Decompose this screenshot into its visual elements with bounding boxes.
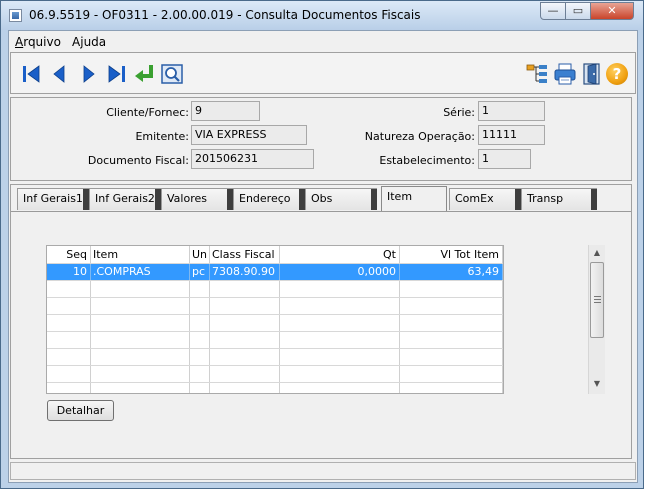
tab-obs[interactable]: Obs <box>305 188 377 210</box>
cell-class-fiscal: 7308.90.90 <box>210 264 280 280</box>
thumb-grip <box>594 299 601 300</box>
previous-record-icon[interactable] <box>47 61 73 87</box>
table-row-empty[interactable] <box>47 382 503 394</box>
col-header-un[interactable]: Un <box>190 246 210 263</box>
field-natureza-operacao[interactable]: 11111 <box>478 125 545 145</box>
toolbar: ? <box>10 52 636 94</box>
col-header-vl-tot-item[interactable]: Vl Tot Item <box>400 246 503 263</box>
field-documento-fiscal[interactable]: 201506231 <box>191 149 314 169</box>
col-header-item[interactable]: Item <box>91 246 190 263</box>
detalhar-button[interactable]: Detalhar <box>47 400 114 421</box>
col-header-class-fiscal[interactable]: Class Fiscal <box>210 246 280 263</box>
items-grid[interactable]: Seq Item Un Class Fiscal Qt Vl Tot Item … <box>46 245 504 394</box>
next-record-icon[interactable] <box>75 61 101 87</box>
scroll-thumb[interactable] <box>590 262 604 338</box>
search-zoom-icon[interactable] <box>159 61 185 87</box>
help-icon[interactable]: ? <box>606 63 628 85</box>
thumb-grip <box>594 302 601 303</box>
tab-panel: Inf Gerais1 Inf Gerais2 Valores Endereço… <box>10 184 632 459</box>
field-cliente-fornec[interactable]: 9 <box>191 101 260 121</box>
label-cliente-fornec: Cliente/Fornec: <box>106 106 189 119</box>
return-icon[interactable] <box>131 61 157 87</box>
cell-item: .COMPRAS <box>91 264 190 280</box>
col-header-qt[interactable]: Qt <box>280 246 400 263</box>
first-record-icon[interactable] <box>19 61 45 87</box>
tab-endereco[interactable]: Endereço <box>233 188 305 210</box>
table-row-empty[interactable] <box>47 365 503 382</box>
menu-arquivo-accel: A <box>15 35 24 49</box>
header-form: Cliente/Fornec: 9 Emitente: VIA EXPRESS … <box>10 97 632 181</box>
menu-arquivo[interactable]: Arquivo <box>15 35 61 49</box>
cell-seq: 10 <box>47 264 91 280</box>
print-icon[interactable] <box>552 61 578 87</box>
tab-valores[interactable]: Valores <box>161 188 233 210</box>
label-natureza-operacao: Natureza Operação: <box>364 130 475 143</box>
label-serie: Série: <box>443 106 475 119</box>
cell-vl-tot-item: 63,49 <box>400 264 503 280</box>
tab-divider <box>11 211 631 212</box>
status-bar <box>10 462 636 480</box>
minimize-button[interactable]: — <box>540 2 566 20</box>
tab-comex[interactable]: ComEx <box>449 188 521 210</box>
exit-door-icon[interactable] <box>579 61 605 87</box>
field-emitente[interactable]: VIA EXPRESS <box>191 125 307 145</box>
menu-ajuda-pre: A <box>72 35 81 49</box>
menu-ajuda-rest: uda <box>83 35 107 49</box>
tree-structure-icon[interactable] <box>524 61 550 87</box>
maximize-button[interactable]: ▭ <box>565 2 591 20</box>
tab-transp[interactable]: Transp <box>521 188 597 210</box>
title-bar: 06.9.5519 - OF0311 - 2.00.00.019 - Consu… <box>1 1 643 30</box>
tab-inf-gerais2[interactable]: Inf Gerais2 <box>89 188 161 210</box>
menu-bar: Arquivo Ajuda <box>9 31 637 51</box>
app-icon <box>9 9 22 22</box>
cell-un: pc <box>190 264 210 280</box>
thumb-grip <box>594 296 601 297</box>
scroll-down-icon[interactable]: ▼ <box>589 376 605 392</box>
client-area: Arquivo Ajuda ? Cliente/Fornec: 9 Emiten… <box>8 30 638 483</box>
menu-arquivo-rest: rquivo <box>23 35 61 49</box>
label-emitente: Emitente: <box>135 130 189 143</box>
label-estabelecimento: Estabelecimento: <box>379 154 475 167</box>
grid-vertical-scrollbar[interactable]: ▲ ▼ <box>588 245 605 394</box>
field-serie[interactable]: 1 <box>478 101 545 121</box>
last-record-icon[interactable] <box>103 61 129 87</box>
table-row-empty[interactable] <box>47 348 503 365</box>
menu-ajuda[interactable]: Ajuda <box>72 35 106 49</box>
tab-item[interactable]: Item <box>381 186 447 212</box>
tab-inf-gerais1[interactable]: Inf Gerais1 <box>17 188 89 210</box>
close-button[interactable]: ✕ <box>590 2 634 20</box>
field-estabelecimento[interactable]: 1 <box>478 149 531 169</box>
table-row-empty[interactable] <box>47 297 503 314</box>
window-title: 06.9.5519 - OF0311 - 2.00.00.019 - Consu… <box>29 8 421 22</box>
scroll-up-icon[interactable]: ▲ <box>589 245 605 261</box>
table-row-empty[interactable] <box>47 331 503 348</box>
table-row[interactable]: 10 .COMPRAS pc 7308.90.90 0,0000 63,49 <box>47 263 503 280</box>
col-header-seq[interactable]: Seq <box>47 246 91 263</box>
cell-qt: 0,0000 <box>280 264 400 280</box>
table-row-empty[interactable] <box>47 314 503 331</box>
application-window: 06.9.5519 - OF0311 - 2.00.00.019 - Consu… <box>0 0 644 489</box>
label-documento-fiscal: Documento Fiscal: <box>87 154 189 167</box>
table-row-empty[interactable] <box>47 280 503 297</box>
